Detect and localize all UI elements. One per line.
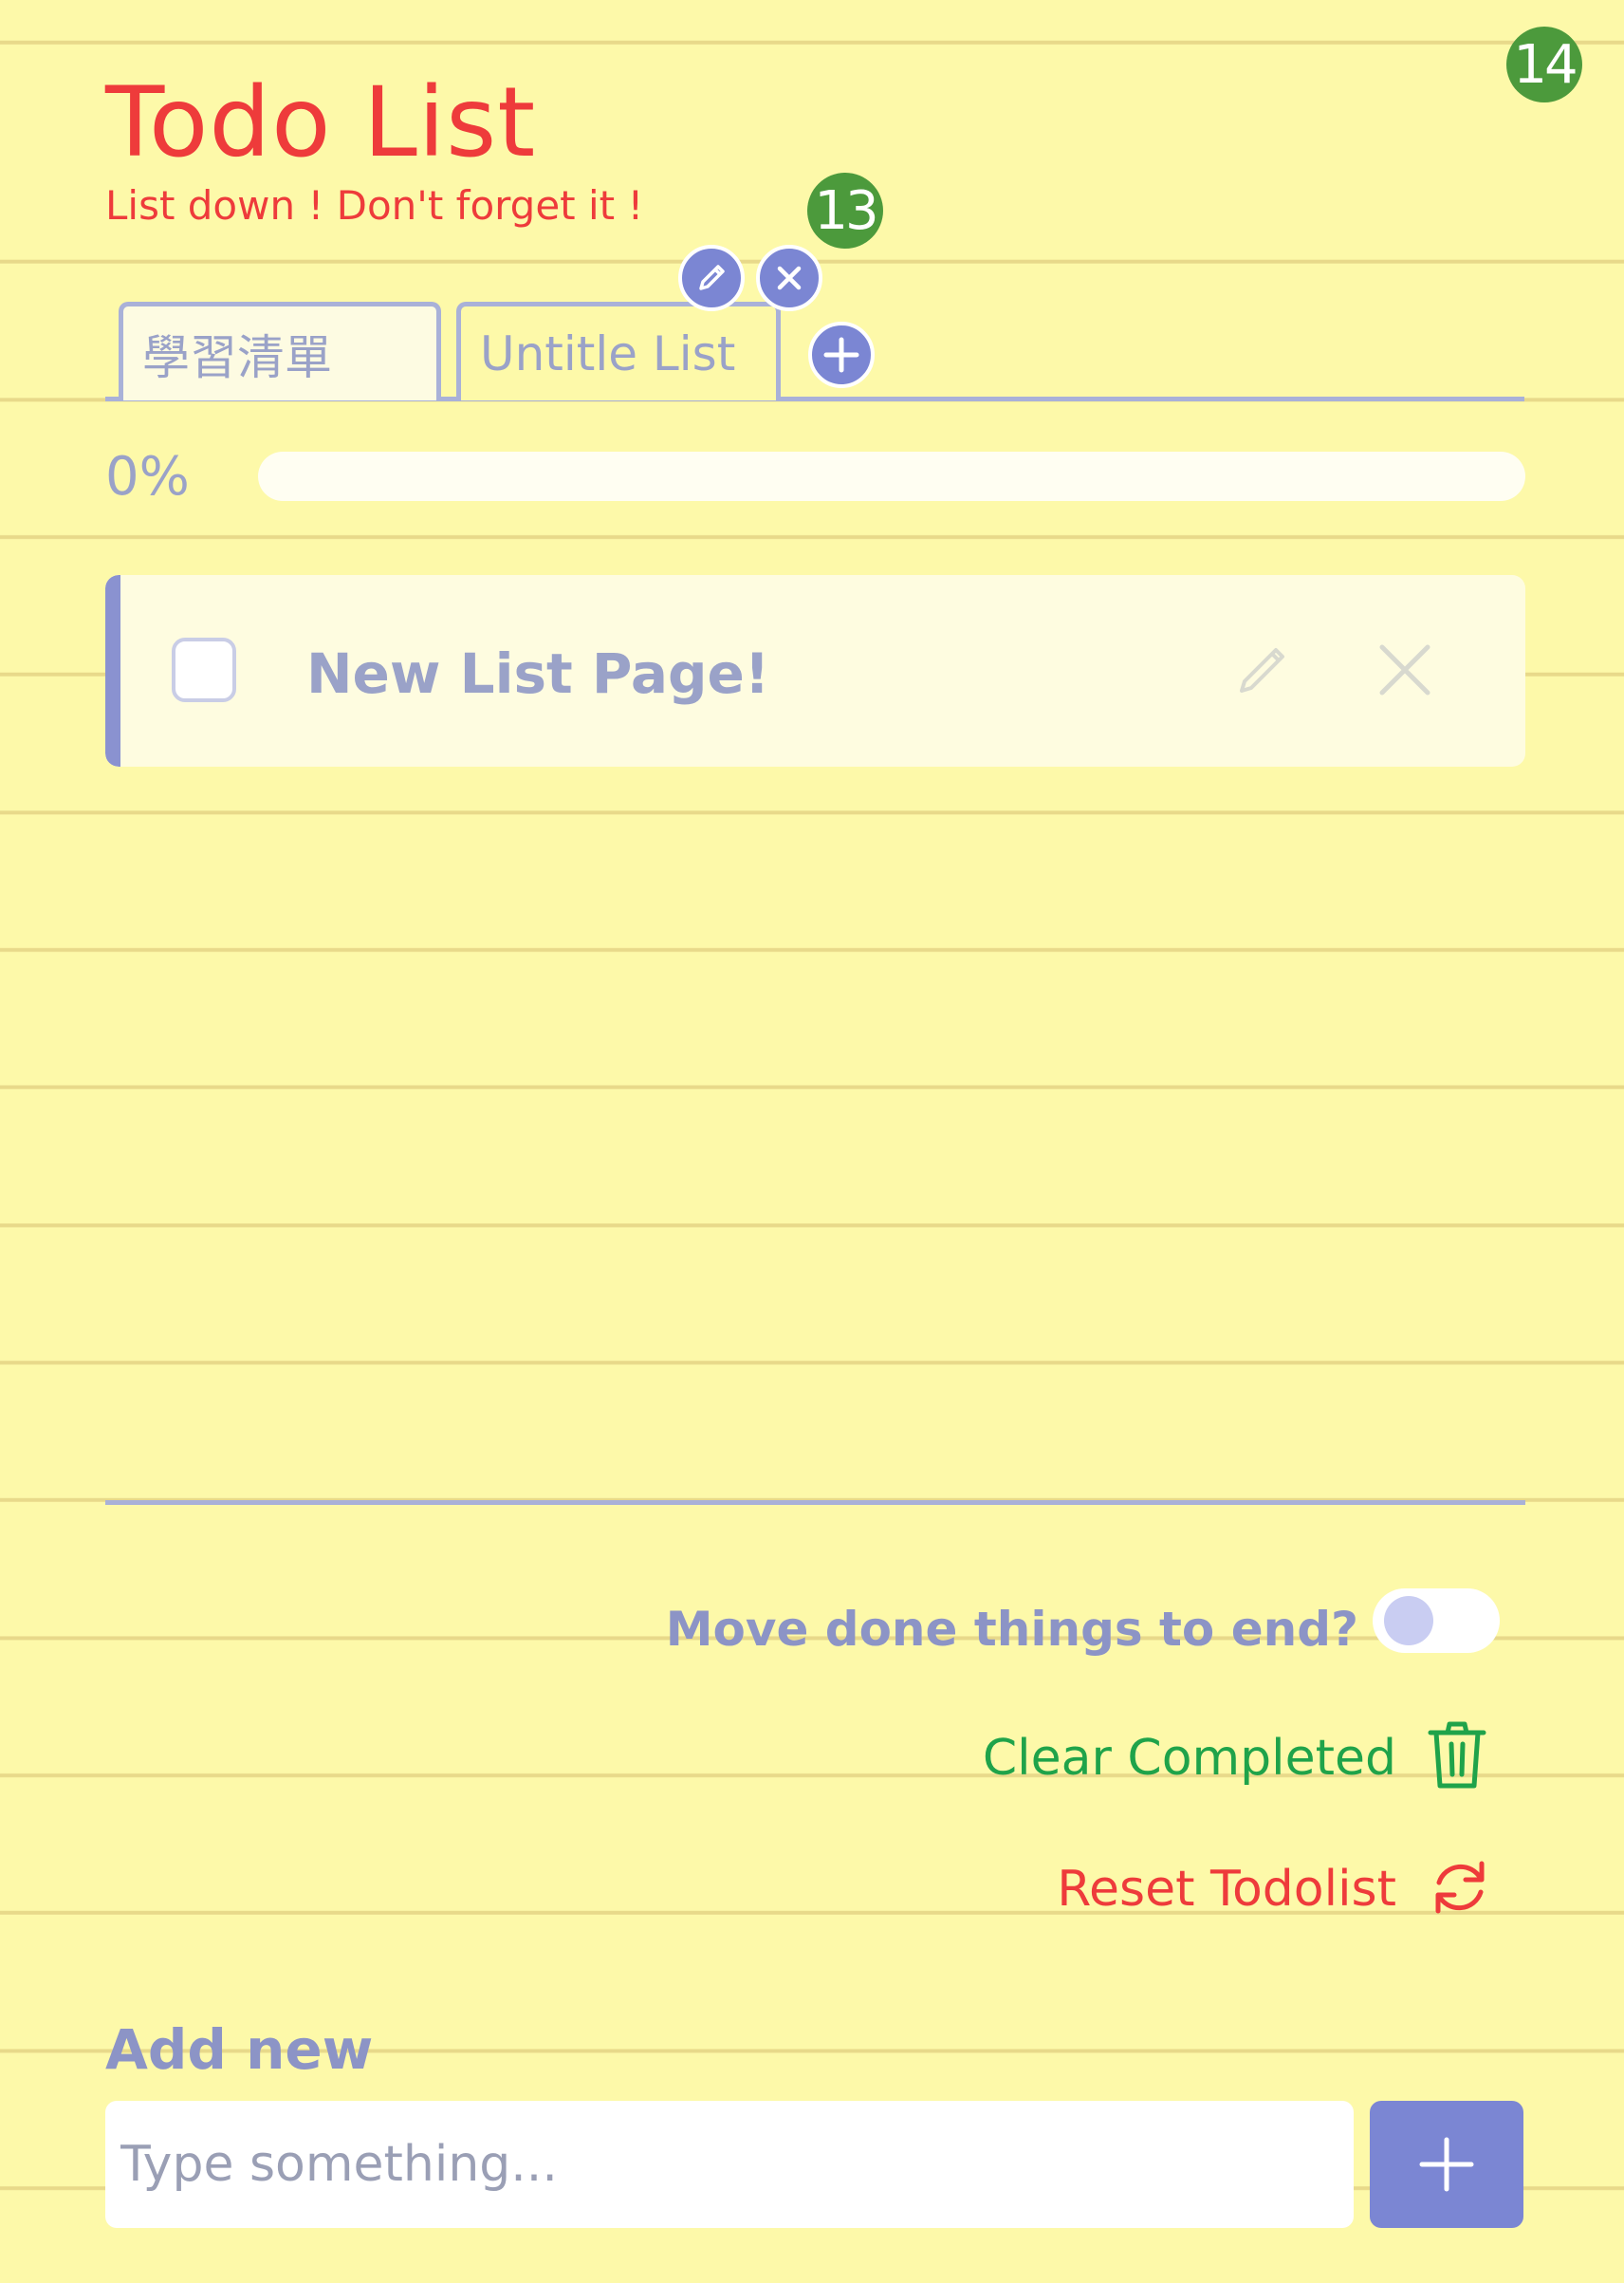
pencil-icon: [1240, 648, 1284, 693]
todo-accent-bar: [105, 575, 120, 767]
clear-completed-button[interactable]: Clear Completed: [983, 1730, 1396, 1787]
reset-todolist-button[interactable]: Reset Todolist: [1057, 1861, 1396, 1918]
annotation-marker-13: 13: [807, 173, 883, 249]
todo-item: New List Page!: [105, 575, 1525, 767]
todo-text: New List Page!: [306, 641, 770, 706]
add-todo-button[interactable]: [1370, 2101, 1523, 2228]
tab-label: 學習清單: [142, 329, 332, 385]
delete-todo-button[interactable]: [1376, 641, 1433, 702]
todo-checkbox[interactable]: [172, 638, 236, 702]
add-new-heading: Add new: [105, 2017, 374, 2082]
plus-icon: [1419, 2137, 1474, 2192]
move-done-label: Move done things to end?: [665, 1602, 1358, 1657]
page-title: Todo List: [105, 66, 537, 179]
delete-tab-button[interactable]: [756, 245, 822, 311]
edit-todo-button[interactable]: [1234, 641, 1291, 702]
add-tab-button[interactable]: [808, 322, 875, 388]
tab-study-list[interactable]: 學習清單: [119, 302, 441, 400]
progress-bar: [258, 452, 1525, 501]
close-icon: [1379, 644, 1430, 696]
refresh-icon[interactable]: [1427, 1854, 1493, 1924]
tab-untitle-list[interactable]: Untitle List: [456, 302, 781, 400]
close-icon: [777, 266, 802, 290]
progress-percent: 0%: [105, 446, 190, 508]
move-done-toggle[interactable]: [1373, 1588, 1500, 1653]
annotation-marker-14: 14: [1506, 27, 1582, 102]
toggle-knob: [1384, 1596, 1433, 1645]
list-bottom-divider: [105, 1500, 1525, 1505]
page-subtitle: List down ! Don't forget it !: [105, 182, 644, 229]
pencil-icon: [699, 265, 725, 290]
new-todo-input[interactable]: [105, 2101, 1354, 2228]
edit-tab-button[interactable]: [678, 245, 745, 311]
trash-icon[interactable]: [1427, 1719, 1487, 1795]
tab-label: Untitle List: [480, 325, 736, 381]
plus-icon: [823, 337, 859, 373]
